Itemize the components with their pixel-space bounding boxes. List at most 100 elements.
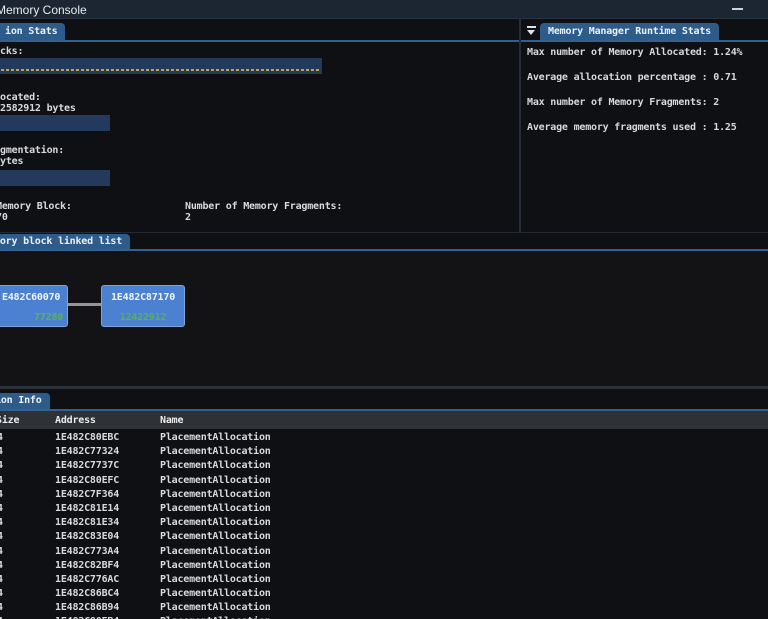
cell-name: PlacementAllocation: [160, 446, 271, 458]
cell-name: PlacementAllocation: [160, 602, 271, 614]
memory-blocks-plot: [0, 58, 322, 74]
cell-size: 4: [0, 601, 3, 614]
cell-size: 4: [0, 488, 3, 501]
table-row[interactable]: 4 1E482C7737C PlacementAllocation: [0, 458, 768, 472]
memory-blocks-label: cks:: [0, 46, 24, 57]
cell-size: 4: [0, 559, 3, 572]
table-row[interactable]: 4 1E482C83E04 PlacementAllocation: [0, 529, 768, 543]
table-row[interactable]: 4 1E482C77324 PlacementAllocation: [0, 444, 768, 458]
table-row[interactable]: 4 1E482C80EBC PlacementAllocation: [0, 430, 768, 444]
tab-allocation-stats[interactable]: ion Stats: [0, 23, 66, 40]
column-header-address[interactable]: Address: [55, 415, 96, 426]
cell-size: 4: [0, 545, 3, 558]
cell-address: 1E482C80EFC: [55, 474, 120, 486]
memory-fragments-label: Number of Memory Fragments:: [185, 201, 343, 212]
collapse-arrow-bar: [527, 26, 536, 28]
table-row[interactable]: 4 1E482C773A4 PlacementAllocation: [0, 544, 768, 558]
memory-block-label: Memory Block:: [0, 201, 72, 212]
cell-address: 1E482C81E34: [55, 517, 120, 529]
node-editor-canvas[interactable]: E482C60070 77280 1E482C87170 12422912: [0, 251, 768, 386]
runtime-stat-line: Max number of Memory Fragments: 2: [527, 97, 720, 108]
cell-address: 1E482C81E14: [55, 502, 120, 514]
table-row[interactable]: 4 1E482C86BC4 PlacementAllocation: [0, 586, 768, 600]
cell-size: 4: [0, 587, 3, 600]
table-row[interactable]: 4 1E482C776AC PlacementAllocation: [0, 572, 768, 586]
section-resize-separator[interactable]: [0, 386, 768, 389]
cell-size: 4: [0, 615, 3, 619]
cell-size: 4: [0, 445, 3, 458]
cell-name: PlacementAllocation: [160, 488, 271, 500]
node-link-line: [68, 303, 101, 306]
cell-address: 1E482C83E04: [55, 531, 120, 543]
plot-dashed-line: [1, 68, 321, 71]
cell-size: 4: [0, 431, 3, 444]
memory-allocated-bar: [0, 115, 110, 131]
cell-size: 4: [0, 502, 3, 515]
node-address: E482C60070: [2, 292, 61, 303]
fragmentation-label: gmentation:: [0, 145, 65, 156]
cell-address: 1E482C82BF4: [55, 559, 120, 571]
runtime-stat-line: Average allocation percentage : 0.71: [527, 72, 737, 83]
cell-address: 1E482C776AC: [55, 573, 120, 585]
fragmentation-bar: [0, 170, 110, 186]
cell-name: PlacementAllocation: [160, 531, 271, 543]
cell-name: PlacementAllocation: [160, 573, 271, 585]
minus-icon: [732, 8, 743, 10]
node-size: 77280: [34, 312, 64, 323]
cell-name: PlacementAllocation: [160, 460, 271, 472]
table-row[interactable]: 4 1E482C86B94 PlacementAllocation: [0, 600, 768, 614]
runtime-stat-line: Max number of Memory Allocated: 1.24%: [527, 47, 743, 58]
cell-address: 1E482C80EBC: [55, 432, 120, 443]
tab-linked-list[interactable]: mory block linked list: [0, 234, 131, 250]
cell-name: PlacementAllocation: [160, 432, 271, 443]
cell-address: 1E482C86B94: [55, 602, 120, 614]
column-header-name[interactable]: Name: [160, 415, 183, 426]
memory-allocated-value: 2582912 bytes: [0, 103, 76, 114]
cell-name: PlacementAllocation: [160, 559, 271, 571]
cell-address: 1E482C773A4: [55, 545, 120, 557]
table-header-row: Size Address Name: [0, 411, 768, 429]
table-row[interactable]: 4 1E482C80EB4 PlacementAllocation: [0, 614, 768, 619]
table-row[interactable]: 4 1E482C80EFC PlacementAllocation: [0, 473, 768, 487]
allocation-table-body: 4 1E482C80EBC PlacementAllocation 4 1E48…: [0, 430, 768, 619]
tab-bar-underline: [0, 40, 768, 42]
memory-console-window: Memory Console ion Stats cks: ocated: 25…: [0, 0, 768, 619]
title-bar[interactable]: Memory Console: [0, 0, 768, 19]
cell-address: 1E482C77324: [55, 446, 120, 458]
cell-size: 4: [0, 474, 3, 487]
section-divider: [0, 232, 768, 233]
table-row[interactable]: 4 1E482C7F364 PlacementAllocation: [0, 487, 768, 501]
cell-size: 4: [0, 459, 3, 472]
node-size: 12422912: [119, 312, 167, 323]
cell-address: 1E482C86BC4: [55, 588, 120, 600]
cell-size: 4: [0, 530, 3, 543]
table-row[interactable]: 4 1E482C82BF4 PlacementAllocation: [0, 558, 768, 572]
cell-address: 1E482C80EB4: [55, 615, 119, 619]
table-row[interactable]: 4 1E482C81E14 PlacementAllocation: [0, 501, 768, 515]
cell-name: PlacementAllocation: [160, 545, 271, 557]
cell-address: 1E482C7737C: [55, 460, 120, 472]
minimize-button[interactable]: [731, 4, 745, 14]
panel-divider[interactable]: [519, 18, 521, 233]
runtime-stat-line: Average memory fragments used : 1.25: [527, 122, 737, 133]
runtime-stats-list: Max number of Memory Allocated: 1.24% Av…: [527, 47, 743, 147]
tab-runtime-stats[interactable]: Memory Manager Runtime Stats: [540, 23, 719, 40]
cell-name: PlacementAllocation: [160, 615, 271, 619]
collapse-arrow-icon[interactable]: [526, 26, 537, 36]
memory-node[interactable]: 1E482C87170 12422912: [101, 285, 185, 327]
cell-name: PlacementAllocation: [160, 517, 271, 529]
cell-size: 4: [0, 516, 3, 529]
window-title: Memory Console: [0, 3, 87, 17]
cell-address: 1E482C7F364: [55, 488, 120, 500]
table-row[interactable]: 4 1E482C81E34 PlacementAllocation: [0, 515, 768, 529]
cell-name: PlacementAllocation: [160, 474, 271, 486]
memory-block-value: 70: [0, 212, 8, 223]
memory-fragments-value: 2: [185, 212, 191, 223]
memory-node[interactable]: E482C60070 77280: [0, 285, 68, 327]
node-address: 1E482C87170: [110, 292, 176, 303]
cell-name: PlacementAllocation: [160, 502, 271, 514]
column-header-size[interactable]: Size: [0, 415, 19, 426]
tab-allocation-info[interactable]: ion Info: [0, 393, 50, 409]
cell-size: 4: [0, 573, 3, 586]
collapse-arrow-triangle: [527, 30, 535, 35]
